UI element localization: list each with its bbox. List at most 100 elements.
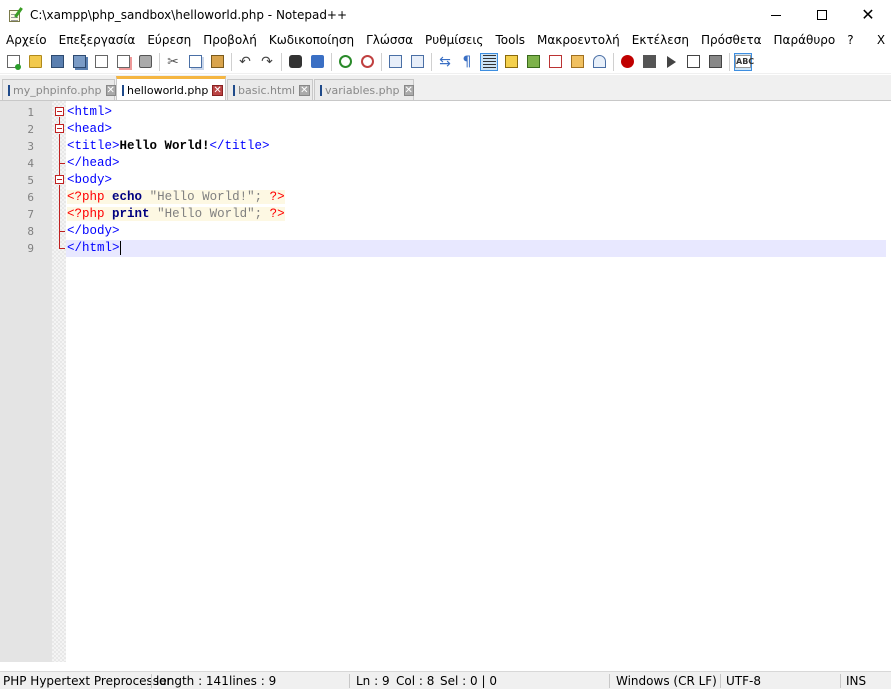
code-text[interactable]: </body> (66, 223, 886, 240)
document-monitor-icon (592, 55, 606, 68)
menu-settings[interactable]: Ρυθμίσεις (419, 30, 489, 50)
tab-variables[interactable]: variables.php ✕ (314, 79, 414, 101)
find-button[interactable] (286, 53, 304, 71)
close-file-button[interactable] (92, 53, 110, 71)
code-line[interactable]: 4 </head> (0, 155, 891, 172)
editor-area[interactable]: 1 <html> 2 <head> 3 <title>Hello World!<… (0, 101, 891, 662)
close-icon: ✕ (861, 5, 875, 24)
code-line[interactable]: 6 <?php echo "Hello World!"; ?> (0, 189, 891, 206)
whitespace (104, 207, 113, 221)
tab-close-icon[interactable]: ✕ (105, 85, 116, 96)
menu-run[interactable]: Εκτέλεση (626, 30, 695, 50)
folder-workspace-button[interactable] (568, 53, 586, 71)
document-map-button[interactable] (524, 53, 542, 71)
code-text[interactable]: <html> (66, 104, 886, 121)
fold-line (54, 189, 65, 206)
fold-open-icon[interactable] (54, 172, 65, 189)
close-document-button[interactable]: X (875, 30, 887, 50)
menu-view[interactable]: Προβολή (197, 30, 263, 50)
code-line-current[interactable]: 9 </html> (0, 240, 891, 257)
code-line[interactable]: 7 <?php print "Hello World"; ?> (0, 206, 891, 223)
save-all-button[interactable] (70, 53, 88, 71)
code-text[interactable]: <body> (66, 172, 886, 189)
line-number: 3 (27, 140, 34, 153)
toolbar-separator (431, 52, 432, 71)
whitespace (104, 190, 113, 204)
save-macro-button[interactable] (706, 53, 724, 71)
code-line[interactable]: 5 <body> (0, 172, 891, 189)
menu-language[interactable]: Γλώσσα (360, 30, 419, 50)
undo-button[interactable]: ↶ (236, 53, 254, 71)
code-line[interactable]: 2 <head> (0, 121, 891, 138)
code-text[interactable]: <?php print "Hello World"; ?> (66, 206, 886, 223)
tab-helloworld[interactable]: helloworld.php ✕ (116, 76, 226, 101)
status-eol: Windows (CR LF) (616, 674, 717, 688)
function-list-button[interactable] (546, 53, 564, 71)
maximize-button[interactable] (799, 0, 845, 30)
tab-close-icon[interactable]: ✕ (212, 84, 223, 96)
paste-button[interactable] (208, 53, 226, 71)
new-file-icon (6, 55, 20, 68)
open-file-button[interactable] (26, 53, 44, 71)
play-macro-multiple-button[interactable] (684, 53, 702, 71)
code-text[interactable]: <title>Hello World!</title> (66, 138, 886, 155)
tab-label: my_phpinfo.php (13, 84, 102, 97)
close-all-button[interactable] (114, 53, 132, 71)
fold-open-icon[interactable] (54, 104, 65, 121)
status-ln: Ln : 9 (356, 674, 390, 688)
cut-button[interactable]: ✂ (164, 53, 182, 71)
tab-my-phpinfo[interactable]: my_phpinfo.php ✕ (2, 79, 116, 101)
sync-vertical-button[interactable] (386, 53, 404, 71)
spell-check-button[interactable]: ABC (734, 52, 755, 71)
record-macro-button[interactable] (618, 53, 636, 71)
play-macro-button[interactable] (662, 53, 680, 71)
file-icon (320, 85, 322, 96)
word-wrap-button[interactable]: ⇆ (436, 53, 454, 71)
zoom-out-button[interactable] (358, 53, 376, 71)
redo-icon: ↷ (261, 53, 273, 70)
tab-close-icon[interactable]: ✕ (403, 85, 414, 96)
spell-check-icon: ABC (735, 55, 755, 68)
tab-close-icon[interactable]: ✕ (299, 85, 310, 96)
fold-line (54, 206, 65, 223)
line-number: 7 (27, 208, 34, 221)
redo-button[interactable]: ↷ (258, 53, 276, 71)
indent-guide-button[interactable] (480, 52, 498, 71)
menu-tools[interactable]: Tools (489, 30, 531, 50)
new-file-button[interactable] (4, 53, 22, 71)
copy-button[interactable] (186, 53, 204, 71)
close-all-icon (116, 55, 130, 68)
stop-macro-button[interactable] (640, 53, 658, 71)
tab-basic[interactable]: basic.html ✕ (227, 79, 313, 101)
status-divider (720, 674, 721, 688)
minimize-button[interactable] (753, 0, 799, 30)
show-all-chars-button[interactable]: ¶ (458, 53, 476, 71)
code-line[interactable]: 3 <title>Hello World!</title> (0, 138, 891, 155)
code-text[interactable]: </head> (66, 155, 886, 172)
close-window-button[interactable]: ✕ (845, 0, 891, 30)
sync-horizontal-button[interactable] (408, 53, 426, 71)
menu-edit[interactable]: Επεξεργασία (53, 30, 142, 50)
save-button[interactable] (48, 53, 66, 71)
code-line[interactable]: 1 <html> (0, 104, 891, 121)
replace-button[interactable] (308, 53, 326, 71)
menu-search[interactable]: Εύρεση (141, 30, 197, 50)
document-monitor-button[interactable] (590, 53, 608, 71)
code-text[interactable]: </html> (66, 240, 886, 257)
code-line[interactable]: 8 </body> (0, 223, 891, 240)
fold-open-icon[interactable] (54, 121, 65, 138)
indent-guide-icon (482, 55, 496, 68)
code-lines[interactable]: 1 <html> 2 <head> 3 <title>Hello World!<… (0, 104, 891, 257)
print-button[interactable] (136, 53, 154, 71)
zoom-in-button[interactable] (336, 53, 354, 71)
whitespace (142, 190, 150, 204)
menu-plugins[interactable]: Πρόσθετα (695, 30, 768, 50)
menu-file[interactable]: Αρχείο (0, 30, 53, 50)
user-language-button[interactable] (502, 53, 520, 71)
menu-encoding[interactable]: Κωδικοποίηση (263, 30, 360, 50)
menu-macro[interactable]: Μακροεντολή (531, 30, 626, 50)
code-text[interactable]: <?php echo "Hello World!"; ?> (66, 189, 886, 206)
code-text[interactable]: <head> (66, 121, 886, 138)
menu-help[interactable]: ? (841, 30, 859, 50)
menu-window[interactable]: Παράθυρο (768, 30, 842, 50)
